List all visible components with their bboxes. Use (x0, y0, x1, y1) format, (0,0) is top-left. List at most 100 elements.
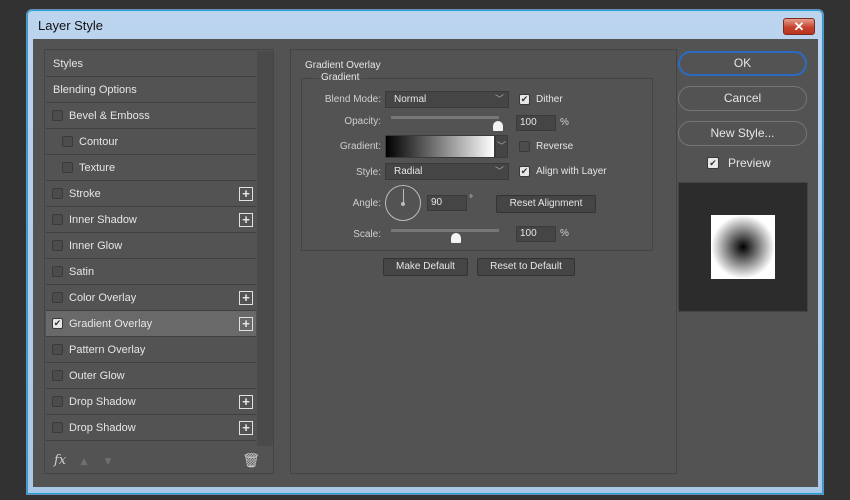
title-bar[interactable]: Layer Style ✕ (27, 10, 823, 40)
style-list-item[interactable]: Texture (46, 155, 256, 181)
list-toolbar: fx ▲ ▼ 🗑 (46, 448, 272, 473)
add-effect-icon[interactable]: + (239, 317, 253, 331)
cancel-button[interactable]: Cancel (678, 86, 807, 111)
scrollbar[interactable] (257, 51, 273, 446)
style-list-item[interactable]: Inner Glow (46, 233, 256, 259)
ok-button[interactable]: OK (678, 51, 807, 76)
make-default-button[interactable]: Make Default (383, 258, 468, 276)
style-list-item[interactable]: Contour (46, 129, 256, 155)
checkbox-icon[interactable] (52, 370, 63, 381)
gradient-picker[interactable] (385, 135, 495, 158)
style-list-item-label: Gradient Overlay (69, 317, 153, 330)
checkbox-icon[interactable] (62, 162, 73, 173)
style-list-item[interactable]: Styles (46, 51, 256, 77)
checkbox-icon[interactable] (52, 344, 63, 355)
opacity-slider-thumb[interactable] (493, 121, 503, 131)
checkbox-icon[interactable] (62, 136, 73, 147)
chevron-down-icon: ﹀ (494, 94, 504, 104)
new-style-button[interactable]: New Style... (678, 121, 807, 146)
scale-slider[interactable] (391, 229, 499, 232)
dial-center (401, 202, 405, 206)
gradient-dropdown[interactable]: ﹀ (495, 135, 508, 158)
style-list-item[interactable]: Drop Shadow + (46, 389, 256, 415)
checkmark-icon: ✔ (519, 166, 530, 177)
style-list-item-label: Blending Options (53, 83, 137, 96)
angle-input[interactable]: 90 (427, 195, 467, 211)
align-label: Align with Layer (536, 166, 607, 177)
add-effect-icon[interactable]: + (239, 187, 253, 201)
close-icon: ✕ (793, 19, 805, 34)
opacity-slider[interactable] (391, 116, 499, 119)
blend-mode-label: Blend Mode: (324, 94, 381, 105)
add-effect-icon[interactable]: + (239, 395, 253, 409)
style-list-item[interactable]: Inner Shadow + (46, 207, 256, 233)
angle-label: Angle: (352, 198, 381, 209)
style-list-item[interactable]: Blending Options (46, 77, 256, 103)
subgroup-title: Gradient (319, 72, 362, 83)
style-list-item[interactable]: Bevel & Emboss (46, 103, 256, 129)
checkbox-icon[interactable] (52, 292, 63, 303)
close-button[interactable]: ✕ (783, 18, 815, 35)
checkmark-icon: ✔ (519, 94, 530, 105)
align-with-layer-checkbox[interactable]: ✔ Align with Layer (519, 166, 607, 177)
style-list-item[interactable]: Color Overlay + (46, 285, 256, 311)
opacity-input[interactable]: 100 (516, 115, 556, 131)
fx-menu-button[interactable]: fx (54, 453, 66, 468)
style-list-item-label: Bevel & Emboss (69, 109, 150, 122)
checkbox-icon[interactable] (52, 396, 63, 407)
style-list-item-label: Outer Glow (69, 369, 125, 382)
checkbox-icon[interactable] (52, 110, 63, 121)
reverse-checkbox[interactable]: Reverse (519, 141, 573, 152)
trash-icon[interactable]: 🗑 (242, 452, 260, 469)
style-list-item-label: Pattern Overlay (69, 343, 146, 356)
style-value: Radial (394, 166, 423, 177)
arrow-down-icon[interactable]: ▼ (102, 454, 114, 468)
style-list-item-label: Styles (53, 57, 83, 70)
checkbox-icon[interactable] (52, 422, 63, 433)
style-list-item-label: Satin (69, 265, 95, 278)
checkbox-icon[interactable] (52, 266, 63, 277)
preview-swatch (711, 215, 775, 279)
style-list-item[interactable]: Drop Shadow + (46, 415, 256, 441)
style-select[interactable]: Radial ﹀ (385, 163, 509, 180)
style-label: Style: (355, 167, 381, 178)
layer-style-dialog: Layer Style ✕ Styles Blending Options Beve… (26, 9, 824, 495)
scale-input[interactable]: 100 (516, 226, 556, 242)
reset-to-default-button[interactable]: Reset to Default (477, 258, 575, 276)
checkbox-icon[interactable] (52, 188, 63, 199)
chevron-down-icon: ﹀ (494, 166, 504, 176)
dialog-title: Layer Style (38, 18, 104, 33)
checkbox-icon[interactable] (52, 240, 63, 251)
opacity-unit: % (560, 117, 569, 128)
reverse-label: Reverse (536, 141, 574, 152)
checkbox-icon[interactable] (52, 214, 63, 225)
styles-list-panel: Styles Blending Options Bevel & Emboss Cont… (44, 49, 274, 474)
scale-unit: % (560, 228, 569, 239)
preview-label: Preview (728, 156, 771, 170)
preview-checkbox[interactable]: ✔ Preview (707, 156, 771, 170)
angle-unit: ° (469, 194, 473, 205)
reset-alignment-button[interactable]: Reset Alignment (496, 195, 596, 213)
checkbox-icon (519, 141, 530, 152)
dither-label: Dither (536, 94, 563, 105)
group-title: Gradient Overlay (305, 60, 381, 71)
style-list-item[interactable]: Pattern Overlay (46, 337, 256, 363)
style-list-item[interactable]: Satin (46, 259, 256, 285)
style-list-item[interactable]: Outer Glow (46, 363, 256, 389)
dither-checkbox[interactable]: ✔ Dither (519, 94, 563, 105)
arrow-up-icon[interactable]: ▲ (78, 454, 90, 468)
add-effect-icon[interactable]: + (239, 291, 253, 305)
style-list-item-label: Texture (79, 161, 116, 174)
style-list-item[interactable]: Stroke + (46, 181, 256, 207)
add-effect-icon[interactable]: + (239, 421, 253, 435)
blend-mode-select[interactable]: Normal ﹀ (385, 91, 509, 108)
scale-slider-thumb[interactable] (451, 233, 461, 243)
angle-dial[interactable] (385, 185, 421, 221)
checkmark-icon[interactable]: ✔ (52, 318, 63, 329)
style-list-item[interactable]: ✔ Gradient Overlay + (46, 311, 256, 337)
add-effect-icon[interactable]: + (239, 213, 253, 227)
style-list-item-label: Stroke (69, 187, 101, 200)
style-list-item-label: Color Overlay (69, 291, 137, 304)
preview-thumbnail (678, 182, 808, 312)
style-list-item-label: Contour (79, 135, 119, 148)
